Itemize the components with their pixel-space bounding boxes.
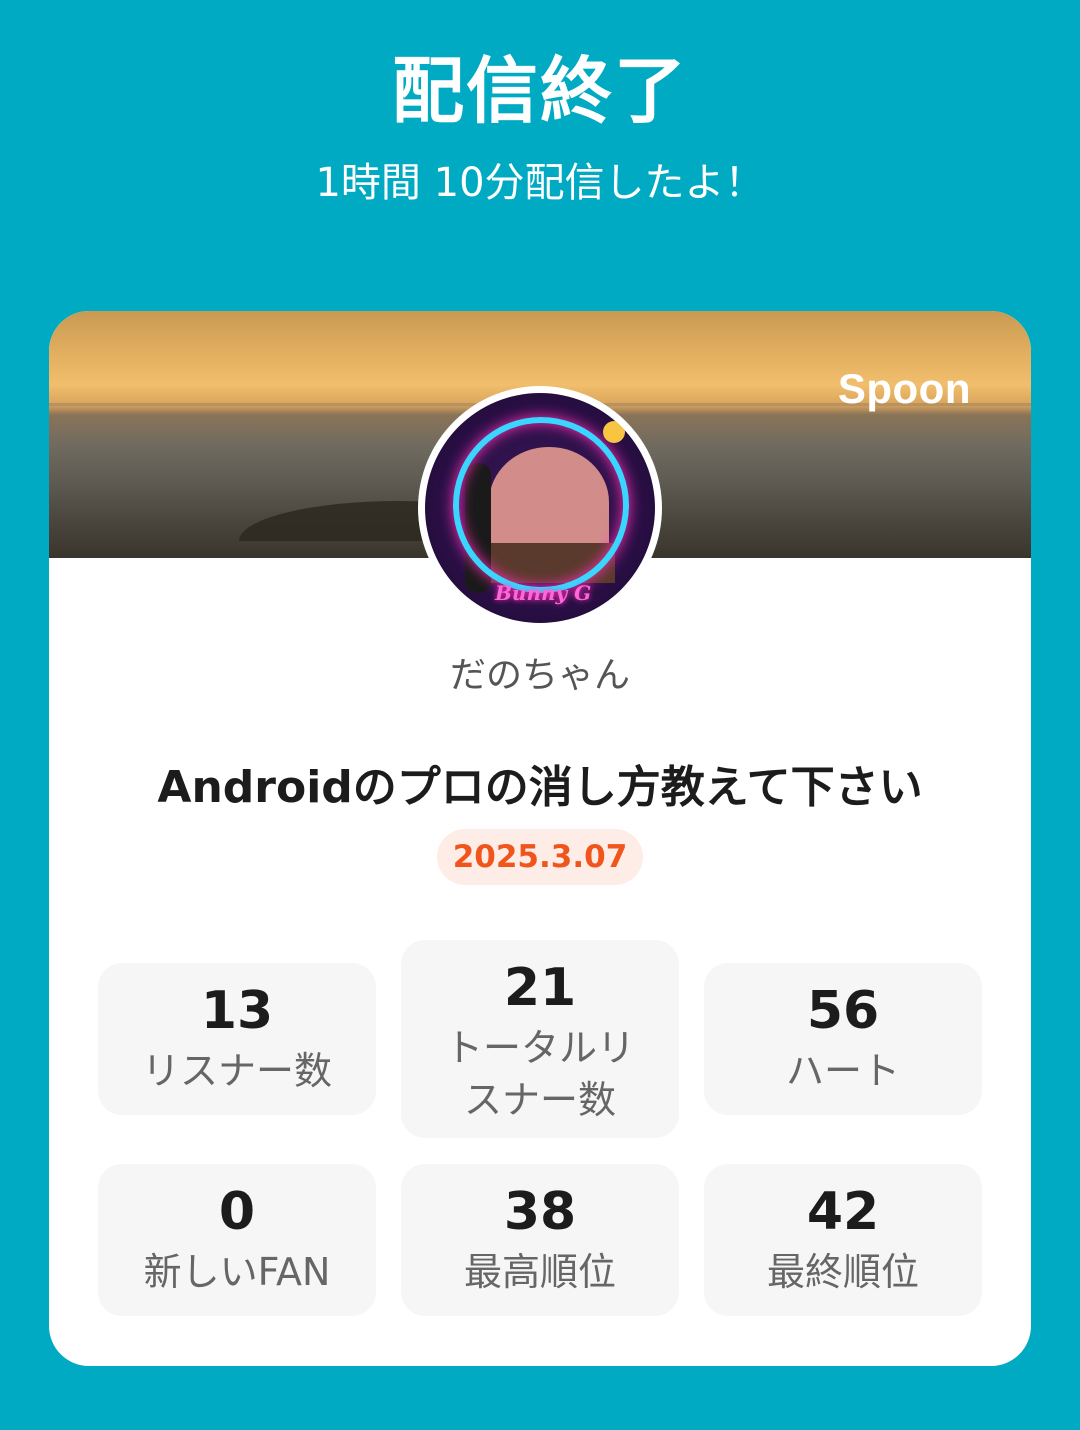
avatar[interactable]: Bunny G [418, 386, 662, 630]
stat-label: 新しいFAN [143, 1250, 331, 1294]
stat-value: 0 [218, 1182, 256, 1242]
stat-label: リスナー数 [141, 1049, 332, 1093]
stat-value: 42 [806, 1182, 880, 1242]
stat-total-listeners: 21 トータルリスナー数 [401, 940, 679, 1138]
stat-highest-rank: 38 最高順位 [401, 1164, 679, 1316]
stat-value: 21 [503, 958, 577, 1018]
duration-subtitle: 1時間 10分配信したよ！ [315, 160, 765, 206]
stat-value: 38 [503, 1182, 577, 1242]
username: だのちゃん [449, 655, 630, 696]
stat-hearts: 56 ハート [704, 963, 982, 1115]
stat-label: 最高順位 [463, 1250, 616, 1294]
stat-listeners: 13 リスナー数 [98, 963, 376, 1115]
flower-icon [603, 421, 625, 443]
stat-value: 56 [806, 981, 880, 1041]
stat-label: 最終順位 [766, 1250, 919, 1294]
avatar-neon-text: Bunny G [495, 581, 592, 605]
avatar-image: Bunny G [425, 393, 655, 623]
stat-value: 13 [200, 981, 274, 1041]
stat-new-fans: 0 新しいFAN [98, 1164, 376, 1316]
live-ended-screen: 配信終了 1時間 10分配信したよ！ Spoon Bunny G だのちゃん A… [0, 0, 1080, 1430]
neon-ring [453, 417, 629, 593]
page-title: 配信終了 [391, 49, 688, 133]
stat-label: ハート [785, 1049, 900, 1093]
spoon-logo: Spoon [837, 365, 971, 412]
date-badge: 2025.3.07 [437, 829, 643, 885]
summary-card: Spoon Bunny G だのちゃん Androidのプロの消し方教えて下さい… [49, 311, 1031, 1366]
stat-label: トータルリスナー数 [444, 1026, 635, 1122]
stream-title: Androidのプロの消し方教えて下さい [157, 762, 923, 813]
stat-final-rank: 42 最終順位 [704, 1164, 982, 1316]
